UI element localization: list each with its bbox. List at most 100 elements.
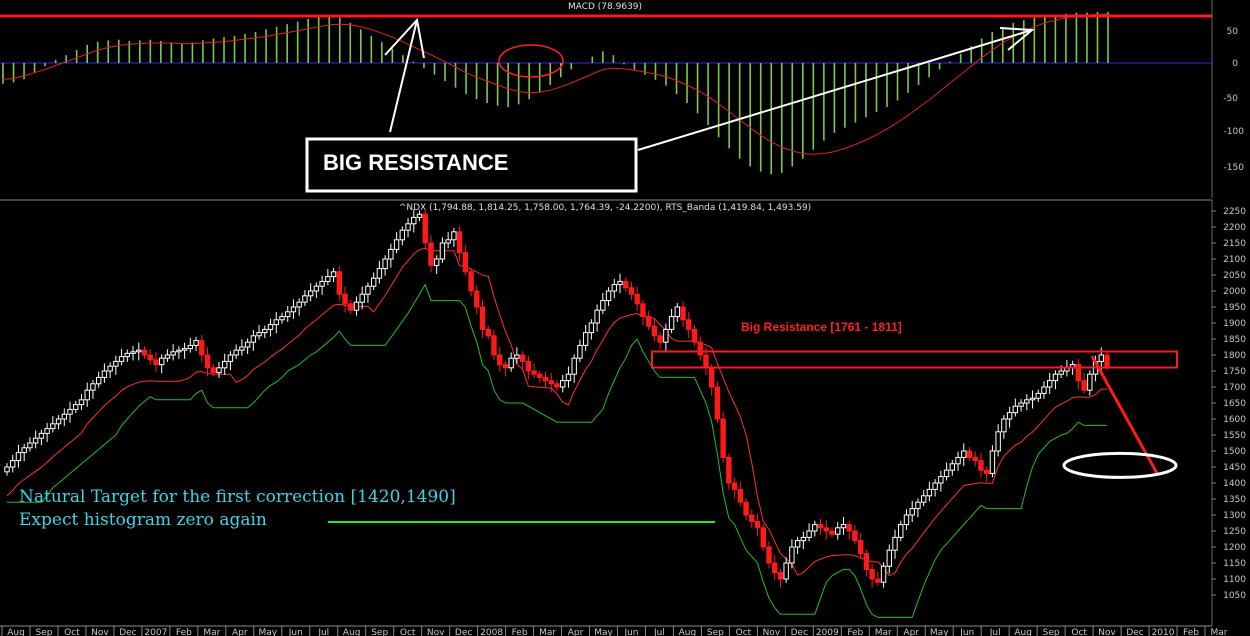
x-tick-label: Feb (176, 628, 192, 636)
price-y-tick: 1800 (1223, 351, 1246, 361)
candle-body (44, 428, 50, 434)
candle-body (582, 332, 589, 346)
candle-body (90, 383, 96, 391)
candle-body (15, 452, 22, 462)
candle-body (342, 293, 348, 305)
price-y-tick: 1250 (1223, 527, 1246, 537)
x-tick-label: Jul (317, 628, 329, 636)
x-tick-label: Sep (707, 628, 724, 636)
price-y-tick: 1850 (1223, 335, 1246, 345)
candle-body (170, 351, 176, 356)
candle-body (1012, 405, 1019, 414)
x-tick-label: Dec (791, 628, 808, 636)
candle-body (388, 248, 394, 260)
target-note-line-2: Expect histogram zero again (19, 510, 267, 530)
x-tick-label: Nov (91, 628, 109, 636)
candle-body (743, 501, 749, 516)
candle-body (405, 223, 411, 231)
x-tick-label: Dec (1126, 628, 1143, 636)
target-note-line-1: Natural Target for the first correction … (19, 487, 456, 507)
candle-body (772, 562, 778, 574)
candle-body (187, 344, 194, 350)
candle-body (147, 354, 153, 361)
candle-body (296, 301, 302, 308)
candle-body (542, 376, 549, 382)
candle-body (290, 306, 297, 313)
candle-body (537, 373, 543, 378)
candle-body (903, 514, 910, 526)
candle-body (439, 242, 446, 260)
candle-body (239, 346, 245, 351)
x-tick-label: Dec (455, 628, 472, 636)
candle-body (216, 367, 222, 374)
candle-body (497, 354, 503, 366)
candle-body (708, 367, 715, 388)
candle-body (382, 258, 388, 270)
candle-body (789, 546, 795, 564)
candle-body (617, 280, 623, 286)
candle-body (645, 316, 652, 327)
candle-body (955, 456, 961, 465)
candle-body (479, 306, 486, 330)
candle-body (852, 530, 858, 542)
projected-decline-arrow (1090, 355, 1160, 476)
x-tick-label: Aug (1014, 628, 1032, 636)
candle-body (966, 450, 973, 458)
candle-body (250, 335, 257, 343)
candle-body (325, 276, 331, 282)
candle-body (10, 460, 16, 468)
candle-body (353, 301, 360, 311)
candle-body (445, 239, 451, 244)
x-tick-label: Jul (989, 628, 1001, 636)
x-tick-label: Nov (427, 628, 445, 636)
candle-body (766, 546, 772, 564)
candle-body (164, 354, 171, 359)
candle-body (107, 365, 113, 372)
candle-body (777, 572, 784, 580)
candle-body (846, 524, 852, 532)
candle-body (972, 456, 978, 462)
price-y-tick: 1750 (1223, 367, 1246, 377)
x-tick-label: Oct (400, 628, 416, 636)
x-tick-label: Jun (623, 628, 638, 636)
price-title: ^NDX (1,794.88, 1,814.25, 1,758.00, 1,76… (399, 203, 811, 213)
candle-body (668, 316, 675, 330)
candle-body (817, 524, 824, 529)
candle-body (565, 373, 572, 382)
candle-body (898, 524, 904, 538)
candle-body (336, 271, 342, 295)
candle-body (961, 450, 967, 458)
x-tick-label: Apr (568, 628, 584, 636)
candle-body (588, 322, 595, 334)
candle-body (359, 293, 365, 303)
candle-body (514, 354, 520, 359)
candle-body (560, 380, 566, 388)
macd-y-axis: 50 0 -50 -100 -150 (1211, 0, 1244, 198)
price-y-tick: 2250 (1223, 207, 1246, 217)
candle-body (67, 408, 73, 415)
candle-body (1058, 370, 1064, 375)
candle-body (136, 349, 142, 353)
candle-body (875, 578, 881, 583)
candle-body (456, 231, 463, 254)
price-y-tick: 1650 (1223, 399, 1246, 409)
candle-body (634, 293, 640, 305)
candle-body (800, 536, 807, 542)
candle-body (794, 540, 801, 548)
price-y-tick: 1350 (1223, 495, 1246, 505)
candle-body (1098, 354, 1104, 362)
candle-body (983, 469, 990, 474)
candle-body (422, 213, 428, 244)
candle-body (1087, 373, 1093, 391)
price-y-tick: 2000 (1223, 287, 1246, 297)
candle-body (1024, 399, 1030, 404)
candle-body (27, 442, 33, 449)
candle-body (1041, 386, 1047, 394)
candle-body (393, 239, 400, 250)
candle-body (857, 540, 864, 554)
candle-body (577, 344, 583, 359)
candle-body (697, 341, 703, 356)
candle-body (938, 476, 944, 484)
price-y-tick: 1050 (1223, 591, 1246, 601)
candle-body (73, 404, 79, 410)
